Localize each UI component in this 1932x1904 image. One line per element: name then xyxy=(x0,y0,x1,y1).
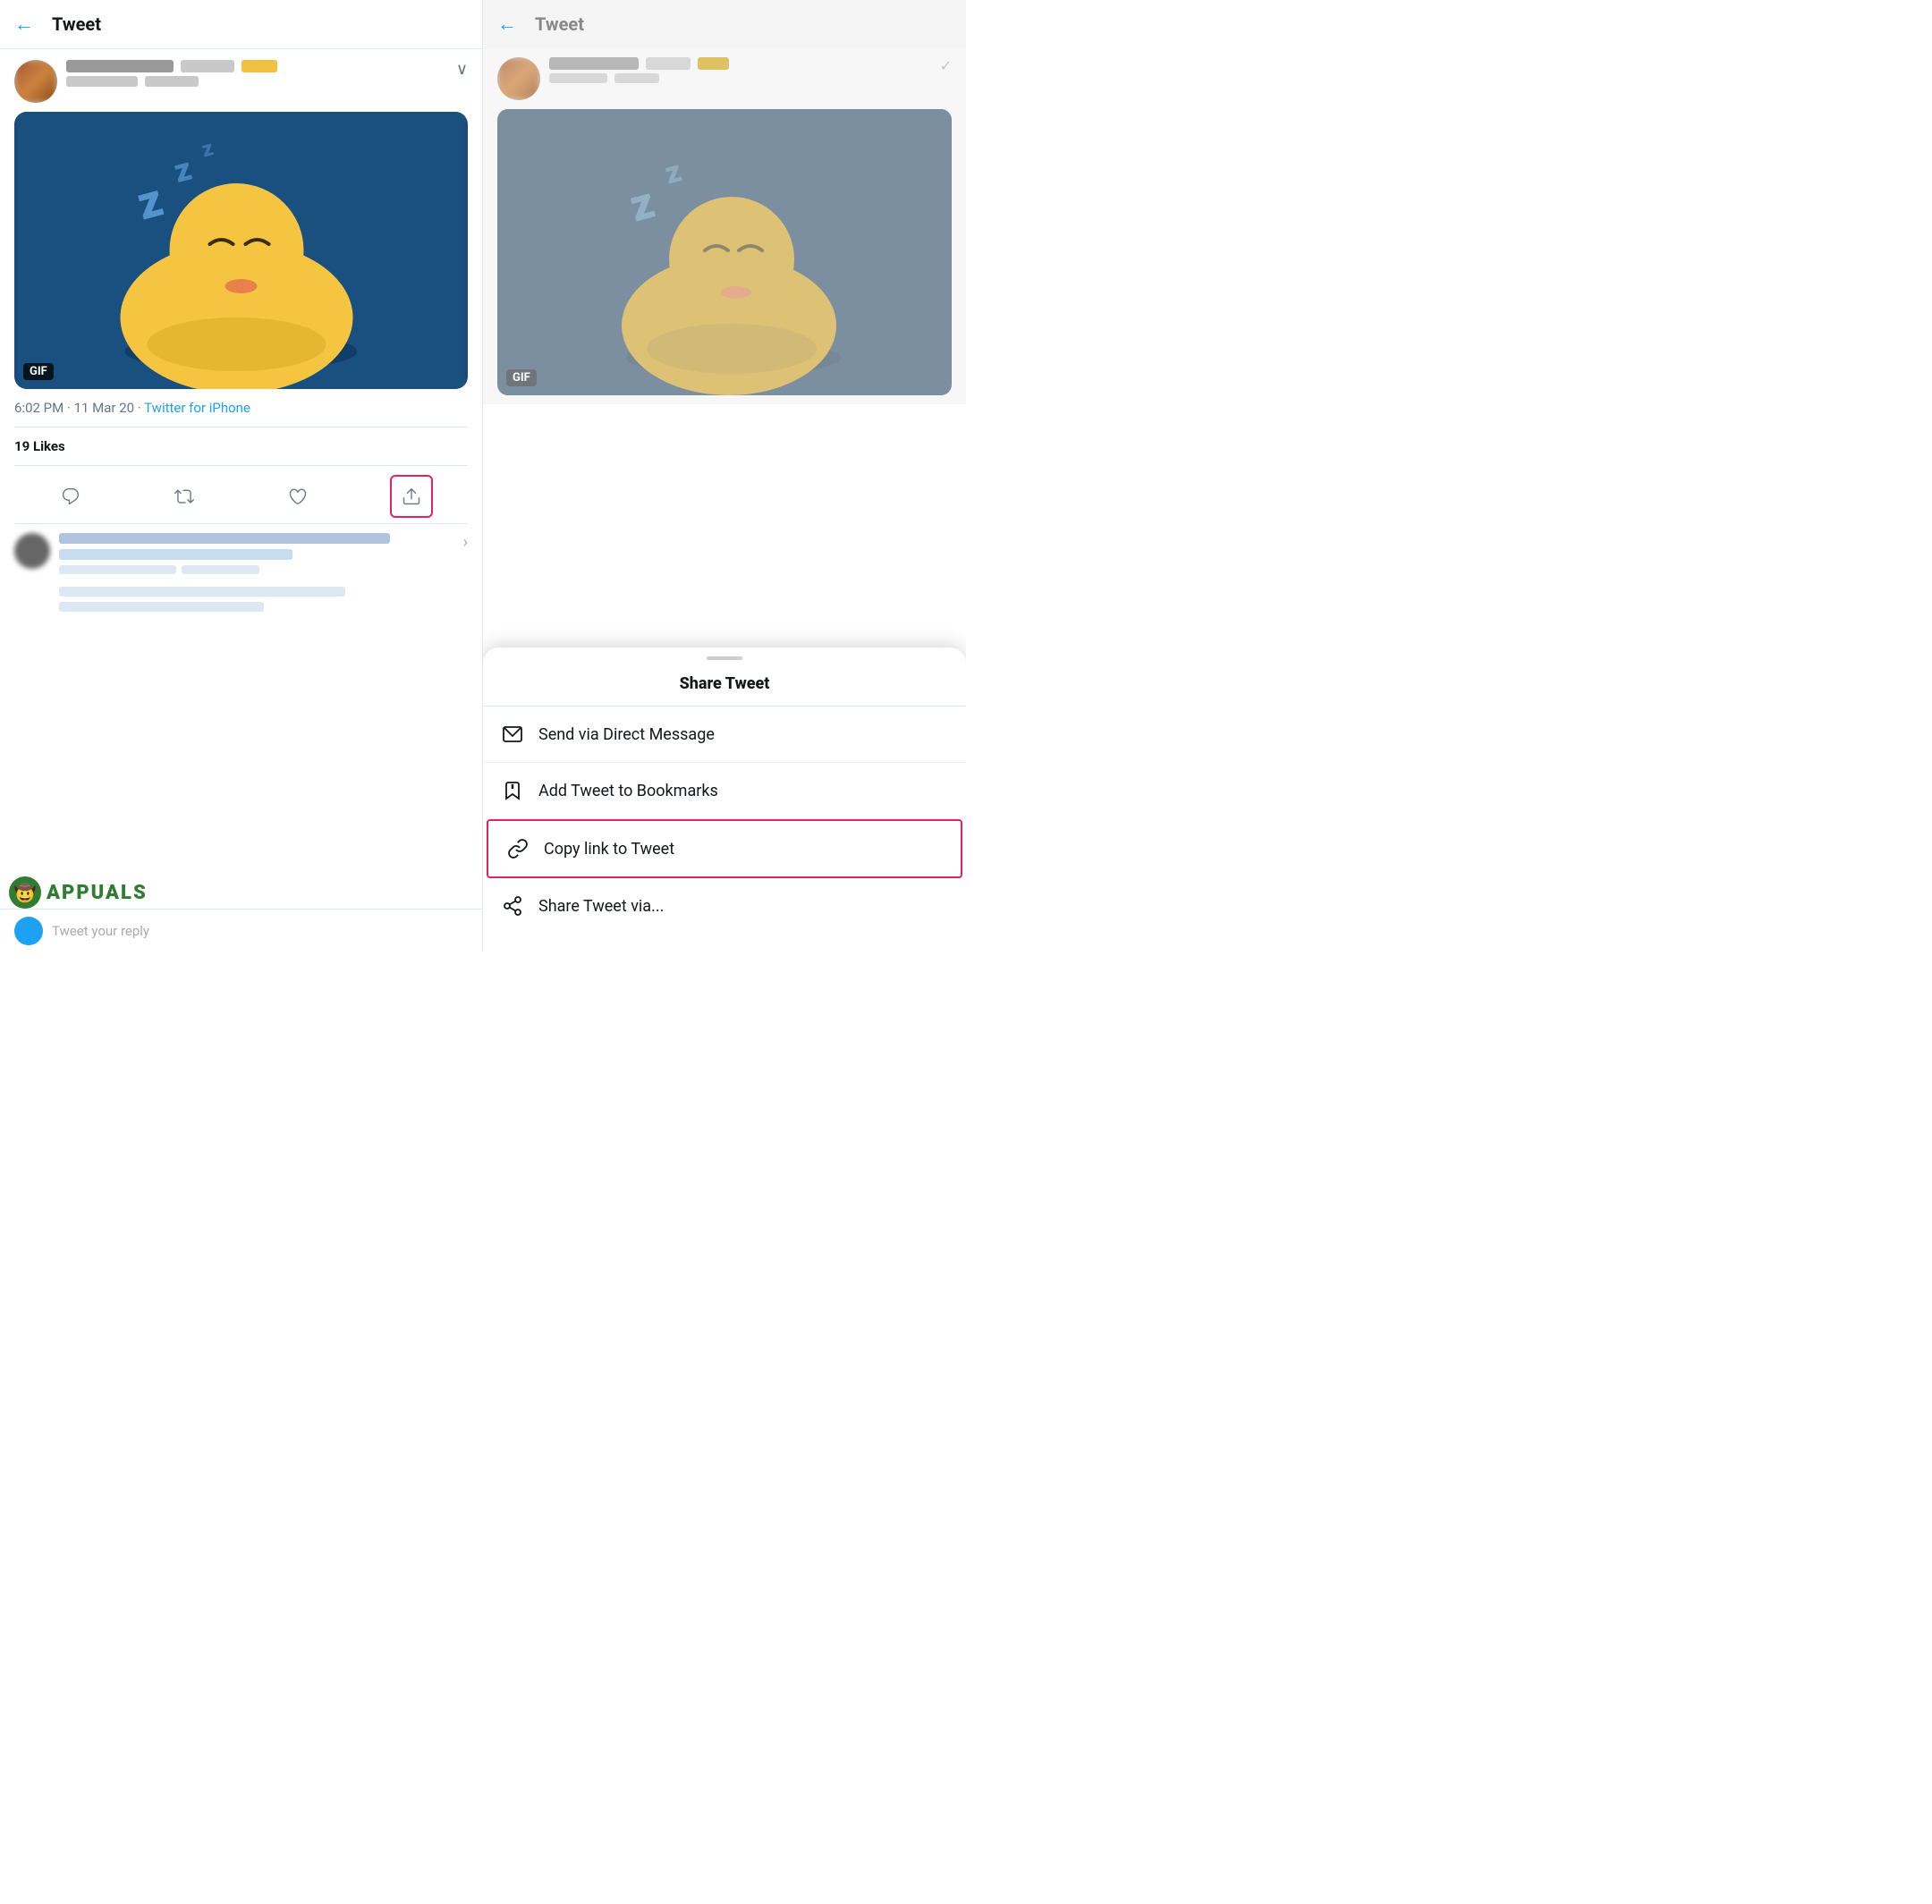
share-icon xyxy=(402,487,421,506)
sheet-item-bookmark[interactable]: Add Tweet to Bookmarks xyxy=(483,763,966,819)
right-gif-label: GIF xyxy=(506,369,537,386)
likes-count: 19 xyxy=(14,438,30,454)
right-chevron: ✓ xyxy=(940,57,952,74)
commenter-avatar-1 xyxy=(14,533,50,569)
sheet-item-direct-message[interactable]: Send via Direct Message xyxy=(483,707,966,763)
left-page-title: Tweet xyxy=(52,13,101,35)
gif-label: GIF xyxy=(23,363,54,380)
bookmark-icon xyxy=(501,779,524,802)
gif-image: z z z GIF xyxy=(14,112,468,389)
reply-input[interactable]: Tweet your reply xyxy=(52,923,149,939)
direct-message-label: Send via Direct Message xyxy=(538,725,715,744)
emoji-blur xyxy=(242,60,277,72)
comment-icon xyxy=(61,487,80,506)
actions-row xyxy=(14,470,468,524)
right-user-row: ✓ xyxy=(497,57,952,100)
timestamp: 6:02 PM · 11 Mar 20 · Twitter for iPhone xyxy=(14,400,468,416)
avatar xyxy=(14,60,57,103)
copy-link-label: Copy link to Tweet xyxy=(544,840,674,859)
subtext-blur2 xyxy=(145,76,199,87)
likes-row: 19 Likes xyxy=(14,427,468,466)
comment-content-1 xyxy=(59,533,449,580)
reply-avatar xyxy=(14,917,43,945)
left-tweet-area: ∨ z z xyxy=(0,49,482,952)
left-panel: ← Tweet xyxy=(0,0,483,952)
right-avatar xyxy=(497,57,540,100)
user-row: ∨ xyxy=(14,60,468,103)
back-button-right[interactable]: ← xyxy=(497,13,517,36)
share-button[interactable] xyxy=(392,477,431,516)
chevron-down-icon[interactable]: ∨ xyxy=(456,60,468,79)
watermark: 🤠 APPUALS xyxy=(9,876,148,909)
right-tweet-dimmed: ✓ z z GIF xyxy=(483,48,966,404)
comment-button[interactable] xyxy=(51,477,90,516)
comment-chevron: › xyxy=(463,533,468,552)
duck-svg: z z z xyxy=(14,112,468,389)
like-button[interactable] xyxy=(278,477,318,516)
sheet-title: Share Tweet xyxy=(483,665,966,707)
username-blur xyxy=(66,60,174,72)
user-info xyxy=(66,60,456,87)
sheet-item-copy-link[interactable]: Copy link to Tweet xyxy=(487,819,962,878)
right-page-title: Tweet xyxy=(535,13,584,35)
right-panel: ← Tweet xyxy=(483,0,966,952)
comment-row-1: › xyxy=(14,533,468,580)
retweet-button[interactable] xyxy=(165,477,204,516)
handle-blur xyxy=(181,60,234,72)
like-icon xyxy=(288,487,308,506)
subtext-blur xyxy=(66,76,138,87)
right-duck-svg: z z xyxy=(497,109,952,395)
sheet-handle xyxy=(707,656,742,660)
appuals-icon: 🤠 xyxy=(9,876,41,909)
bookmark-label: Add Tweet to Bookmarks xyxy=(538,782,718,800)
envelope-icon xyxy=(501,723,524,746)
twitter-for-iphone-link[interactable]: Twitter for iPhone xyxy=(144,400,250,416)
left-header: ← Tweet xyxy=(0,0,482,49)
watermark-text: APPUALS xyxy=(47,882,148,904)
share-via-label: Share Tweet via... xyxy=(538,897,664,916)
link-icon xyxy=(506,837,530,860)
right-user-info xyxy=(549,57,940,83)
back-button-left[interactable]: ← xyxy=(14,13,34,36)
sheet-item-share-via[interactable]: Share Tweet via... xyxy=(483,878,966,934)
right-gif: z z GIF xyxy=(497,109,952,395)
share-via-icon xyxy=(501,894,524,918)
retweet-icon xyxy=(174,487,194,506)
share-sheet: Share Tweet Send via Direct Message Add … xyxy=(483,647,966,952)
right-header: ← Tweet xyxy=(483,0,966,48)
reply-bar: Tweet your reply xyxy=(0,909,482,952)
